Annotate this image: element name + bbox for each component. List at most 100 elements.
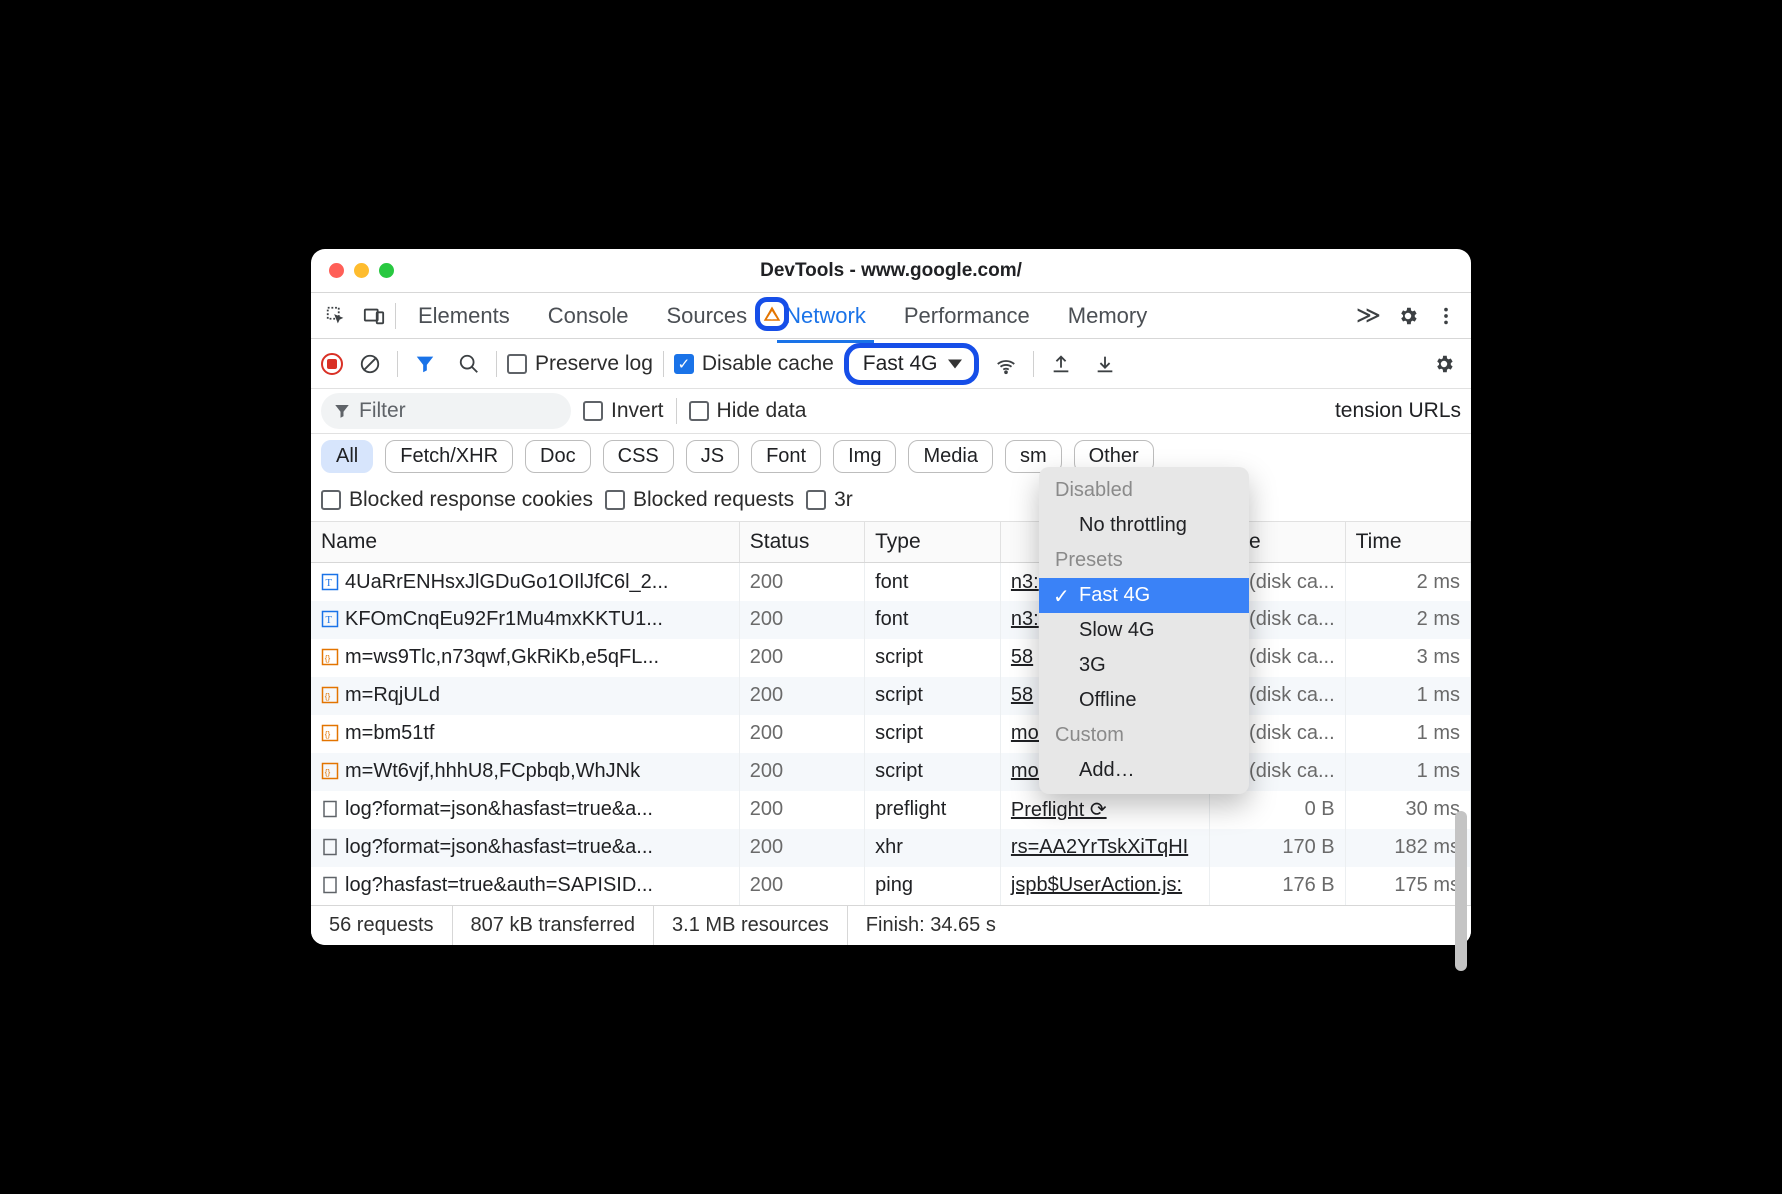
filter-pill-media[interactable]: Media [908, 440, 992, 473]
cell-initiator[interactable]: rs=AA2YrTskXiTqHI [1000, 829, 1209, 867]
filter-pill-js[interactable]: JS [686, 440, 739, 473]
device-toolbar-icon[interactable] [357, 299, 391, 333]
preserve-log-checkbox[interactable]: Preserve log [507, 352, 653, 376]
tab-performance[interactable]: Performance [900, 295, 1034, 337]
tab-memory[interactable]: Memory [1064, 295, 1151, 337]
network-settings-gear-icon[interactable] [1427, 347, 1461, 381]
filter-pill-doc[interactable]: Doc [525, 440, 591, 473]
disable-cache-label: Disable cache [702, 352, 834, 376]
filter-toggle-icon[interactable] [408, 347, 442, 381]
script-file-icon: {} [321, 686, 339, 704]
table-row[interactable]: log?format=json&hasfast=true&a...200pref… [311, 791, 1471, 829]
table-row[interactable]: {}m=bm51tf200scriptmoduleloader.js:58(di… [311, 715, 1471, 753]
table-row[interactable]: {}m=ws9Tlc,n73qwf,GkRiKb,e5qFL...200scri… [311, 639, 1471, 677]
cell-status: 200 [739, 753, 864, 791]
cell-name: {}m=Wt6vjf,hhhU8,FCpbqb,WhJNk [311, 753, 739, 791]
window-title: DevTools - www.google.com/ [311, 260, 1471, 282]
dropdown-item-add-[interactable]: Add… [1039, 753, 1249, 788]
cell-name: {}m=RqjULd [311, 677, 739, 715]
dropdown-item-fast-4g[interactable]: Fast 4G [1039, 578, 1249, 613]
script-file-icon: {} [321, 648, 339, 666]
throttling-value: Fast 4G [863, 352, 938, 375]
import-har-icon[interactable] [1044, 347, 1078, 381]
zoom-window-button[interactable] [379, 263, 394, 278]
table-row[interactable]: TKFOmCnqEu92Fr1Mu4mxKKTU1...200fontn3:(d… [311, 601, 1471, 639]
blocked-requests-checkbox[interactable]: Blocked requests [605, 488, 794, 512]
more-tabs-button[interactable]: ≫ [1350, 301, 1387, 330]
table-row[interactable]: log?hasfast=true&auth=SAPISID...200pingj… [311, 867, 1471, 905]
script-file-icon: {} [321, 724, 339, 742]
third-party-checkbox[interactable]: 3r [806, 488, 853, 512]
table-row[interactable]: T4UaRrENHsxJlGDuGo1OIlJfC6l_2...200fontn… [311, 563, 1471, 601]
column-status[interactable]: Status [739, 522, 864, 563]
svg-text:{}: {} [325, 654, 331, 663]
blocked-response-cookies-checkbox[interactable]: Blocked response cookies [321, 488, 593, 512]
table-row[interactable]: log?format=json&hasfast=true&a...200xhrr… [311, 829, 1471, 867]
filter-pill-css[interactable]: CSS [603, 440, 674, 473]
filter-pill-font[interactable]: Font [751, 440, 821, 473]
divider [676, 398, 677, 424]
tab-elements[interactable]: Elements [414, 295, 514, 337]
divider [496, 351, 497, 377]
divider [663, 351, 664, 377]
svg-text:{}: {} [325, 692, 331, 701]
filter-placeholder: Filter [359, 399, 406, 423]
settings-gear-icon[interactable] [1391, 299, 1425, 333]
table-row[interactable]: {}m=Wt6vjf,hhhU8,FCpbqb,WhJNk200scriptmo… [311, 753, 1471, 791]
close-window-button[interactable] [329, 263, 344, 278]
status-bar: 56 requests 807 kB transferred 3.1 MB re… [311, 905, 1471, 945]
filter-pill-fetchxhr[interactable]: Fetch/XHR [385, 440, 513, 473]
tab-sources[interactable]: Sources [662, 295, 751, 337]
dropdown-item-offline[interactable]: Offline [1039, 683, 1249, 718]
cell-size: 176 B [1209, 867, 1345, 905]
status-transferred: 807 kB transferred [453, 906, 655, 945]
cell-time: 182 ms [1345, 829, 1470, 867]
hide-data-urls-checkbox[interactable]: Hide data [689, 399, 807, 423]
cell-size: 170 B [1209, 829, 1345, 867]
disable-cache-checkbox[interactable]: ✓Disable cache [674, 352, 834, 376]
minimize-window-button[interactable] [354, 263, 369, 278]
cell-type: ping [865, 867, 1001, 905]
cell-initiator[interactable]: Preflight ⟳ [1000, 791, 1209, 829]
divider [395, 303, 396, 329]
column-time[interactable]: Time [1345, 522, 1470, 563]
cell-name: {}m=bm51tf [311, 715, 739, 753]
cell-name: {}m=ws9Tlc,n73qwf,GkRiKb,e5qFL... [311, 639, 739, 677]
export-har-icon[interactable] [1088, 347, 1122, 381]
invert-checkbox[interactable]: Invert [583, 399, 664, 423]
dropdown-item-3g[interactable]: 3G [1039, 648, 1249, 683]
filter-pill-img[interactable]: Img [833, 440, 896, 473]
blocked-response-cookies-label: Blocked response cookies [349, 488, 593, 512]
tab-console[interactable]: Console [544, 295, 633, 337]
status-finish: Finish: 34.65 s [848, 906, 1014, 945]
filter-input[interactable]: Filter [321, 393, 571, 429]
cell-name: log?format=json&hasfast=true&a... [311, 791, 739, 829]
titlebar: DevTools - www.google.com/ [311, 249, 1471, 293]
column-name[interactable]: Name [311, 522, 739, 563]
divider [1033, 351, 1034, 377]
table-row[interactable]: {}m=RqjULd200script58(disk ca...1 ms [311, 677, 1471, 715]
kebab-menu-icon[interactable] [1429, 299, 1463, 333]
cell-status: 200 [739, 563, 864, 601]
cell-name: TKFOmCnqEu92Fr1Mu4mxKKTU1... [311, 601, 739, 639]
script-file-icon: {} [321, 762, 339, 780]
tab-network[interactable]: Network [781, 295, 870, 337]
divider [397, 351, 398, 377]
cell-initiator[interactable]: jspb$UserAction.js: [1000, 867, 1209, 905]
cell-type: script [865, 639, 1001, 677]
scrollbar-thumb[interactable] [1455, 811, 1467, 971]
throttling-select[interactable]: Fast 4G [844, 343, 979, 385]
inspect-element-icon[interactable] [319, 299, 353, 333]
network-conditions-icon[interactable] [989, 347, 1023, 381]
dropdown-item-slow-4g[interactable]: Slow 4G [1039, 613, 1249, 648]
column-type[interactable]: Type [865, 522, 1001, 563]
filter-pill-all[interactable]: All [321, 440, 373, 473]
clear-icon[interactable] [353, 347, 387, 381]
dropdown-item-no-throttling[interactable]: No throttling [1039, 508, 1249, 543]
svg-text:T: T [326, 577, 333, 588]
search-icon[interactable] [452, 347, 486, 381]
record-button[interactable] [321, 353, 343, 375]
dropdown-heading: Disabled [1039, 473, 1249, 508]
cell-size: 0 B [1209, 791, 1345, 829]
cell-status: 200 [739, 829, 864, 867]
